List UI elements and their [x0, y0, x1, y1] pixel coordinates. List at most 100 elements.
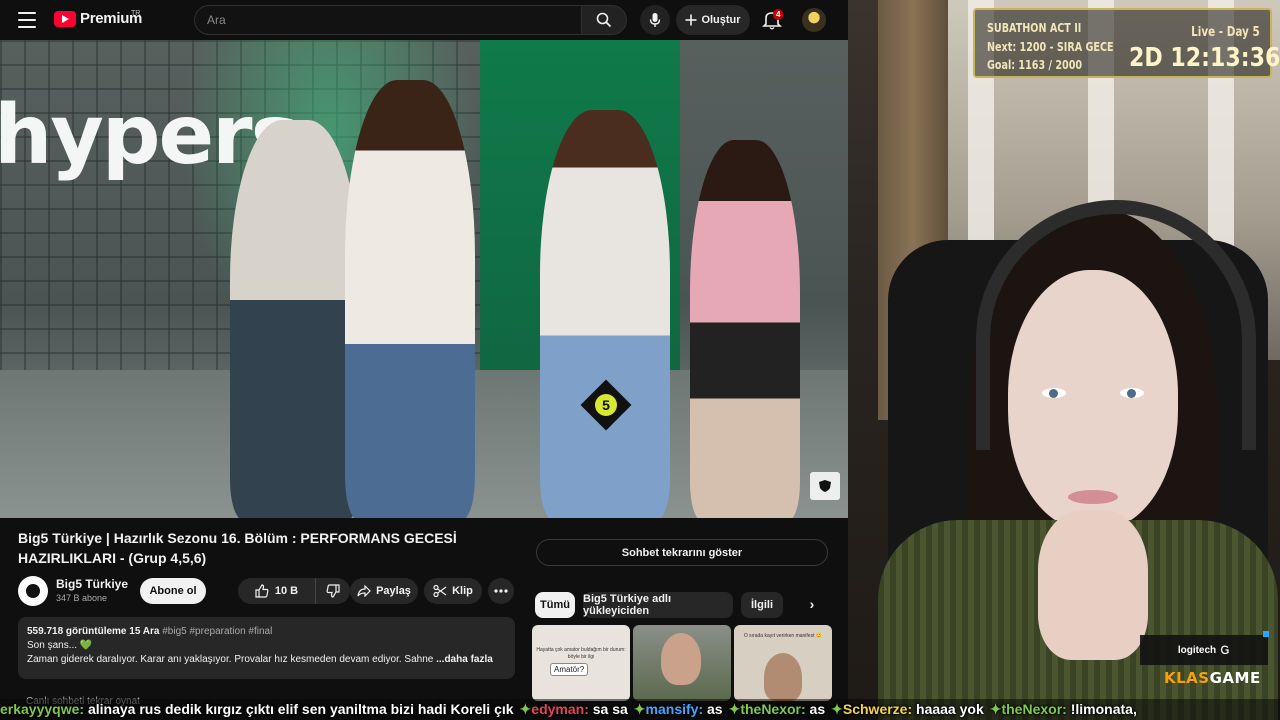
- thumbs-down-icon: [326, 584, 340, 598]
- chevron-right-icon[interactable]: ›: [801, 596, 823, 614]
- chat-username: mansify:: [645, 701, 704, 717]
- streamer-hand: [1038, 510, 1148, 660]
- webcam-feed: [848, 0, 1280, 720]
- hamburger-menu-icon[interactable]: [18, 12, 36, 28]
- thumbnail-tag: Amatör?: [550, 663, 589, 676]
- like-button[interactable]: 10 B: [238, 578, 316, 604]
- top-bar: Premium TR Oluştur 4: [0, 0, 848, 40]
- show-more-link[interactable]: ...daha fazla: [436, 654, 493, 665]
- chat-ticker: erkayyyqwe: alinaya rus dedik kırgız çık…: [0, 699, 1280, 720]
- chip-all[interactable]: Tümü: [535, 592, 575, 618]
- channel-name[interactable]: Big5 Türkiye: [56, 577, 128, 591]
- dislike-button[interactable]: [316, 578, 350, 604]
- subathon-widget: SUBATHON ACT II Live - Day 5 Next: 1200 …: [973, 8, 1280, 78]
- sponsor-accent: [1263, 631, 1269, 637]
- like-dislike-group: 10 B: [238, 578, 350, 604]
- description-meta-line: 559.718 görüntüleme 15 Ara #big5 #prepar…: [27, 625, 506, 639]
- subscribe-button[interactable]: Abone ol: [140, 578, 206, 604]
- chat-message: as: [805, 701, 826, 717]
- chat-message: !limonata,: [1066, 701, 1137, 717]
- share-button[interactable]: Paylaş: [350, 578, 418, 604]
- video-description[interactable]: 559.718 görüntüleme 15 Ara #big5 #prepar…: [18, 617, 515, 679]
- streamer-eye: [1042, 388, 1066, 398]
- search-input[interactable]: [207, 13, 582, 27]
- chip-from-uploader[interactable]: Big5 Türkiye adlı yükleyiciden: [583, 592, 733, 618]
- microphone-icon: [649, 13, 661, 27]
- shield-icon: [819, 480, 831, 492]
- chat-message: sa sa: [588, 701, 628, 717]
- thumbnail-face: [764, 653, 802, 701]
- chat-separator: ✦: [519, 701, 532, 717]
- voice-search-button[interactable]: [640, 5, 670, 35]
- clip-label: Klip: [452, 585, 473, 597]
- youtube-logo[interactable]: Premium: [54, 10, 142, 27]
- chat-separator: ✦: [989, 701, 1002, 717]
- share-icon: [357, 585, 371, 597]
- thumbnail-1[interactable]: Hayatta çok amator buldağım bir durum: b…: [532, 625, 630, 701]
- chat-username: Schwerze:: [842, 701, 913, 717]
- description-text: Zaman giderek daralıyor. Karar anı yakla…: [27, 654, 434, 665]
- description-line-2: Zaman giderek daralıyor. Karar anı yakla…: [27, 653, 506, 667]
- search-button[interactable]: [581, 5, 627, 35]
- chat-message: alinaya rus dedik kırgız çıktı elif sen …: [84, 701, 514, 717]
- search-icon: [596, 12, 612, 28]
- streamer-eye: [1120, 388, 1144, 398]
- clip-button[interactable]: Klip: [424, 578, 482, 604]
- description-line: Son şans... 💚: [27, 640, 93, 651]
- more-horizontal-icon: [494, 589, 508, 593]
- channel-logo: KLASGAME: [1164, 669, 1261, 687]
- contestant-number: 5: [595, 394, 617, 416]
- show-chat-replay-button[interactable]: Sohbet tekrarını göster: [536, 539, 828, 566]
- video-player[interactable]: hypers 5: [0, 40, 848, 518]
- chat-username: theNexor:: [740, 701, 806, 717]
- youtube-play-icon: [54, 10, 76, 27]
- logitech-logo-icon: [1221, 645, 1229, 655]
- youtube-panel: Premium TR Oluştur 4 h: [0, 0, 848, 720]
- chat-separator: ✦: [728, 701, 741, 717]
- channel-avatar[interactable]: [18, 576, 48, 606]
- more-actions-button[interactable]: [488, 578, 514, 604]
- views-and-date: 559.718 görüntüleme 15 Ara: [27, 626, 160, 637]
- streamer-lips: [1068, 490, 1118, 504]
- create-label: Oluştur: [701, 14, 741, 26]
- thumbnail-face: [661, 633, 701, 685]
- hashtags[interactable]: #big5 #preparation #final: [162, 626, 272, 637]
- thumbnail-3[interactable]: O sırada kayıt verirken manifest 😊: [734, 625, 832, 701]
- video-person: [690, 140, 800, 518]
- chat-username: erkayyyqwe:: [0, 701, 85, 717]
- chat-username: edyman:: [531, 701, 589, 717]
- channel-subscriber-count: 347 B abone: [56, 593, 108, 603]
- chat-message: as: [703, 701, 723, 717]
- chat-username: theNexor:: [1001, 701, 1067, 717]
- search-box[interactable]: [194, 5, 582, 35]
- channel-row: Big5 Türkiye 347 B abone Abone ol 10 B P…: [18, 575, 518, 607]
- chat-separator: ✦: [831, 701, 843, 717]
- user-avatar[interactable]: [802, 8, 826, 32]
- subathon-title: SUBATHON ACT II: [987, 21, 1082, 35]
- thumbnail-caption: Hayatta çok amator buldağım bir durum: b…: [536, 647, 626, 660]
- video-title: Big5 Türkiye | Hazırlık Sezonu 16. Bölüm…: [18, 530, 457, 566]
- video-person: [540, 110, 670, 518]
- sponsor-badge: logitech: [1140, 635, 1268, 665]
- country-code: TR: [131, 10, 141, 17]
- channel-logo-part-1: KLAS: [1164, 669, 1210, 687]
- video-person: [230, 120, 360, 518]
- scissors-icon: [433, 584, 447, 598]
- channel-watermark-icon[interactable]: [810, 472, 840, 500]
- share-label: Paylaş: [376, 585, 411, 597]
- sponsor-name: logitech: [1177, 644, 1217, 656]
- like-count: 10 B: [274, 585, 299, 597]
- create-button[interactable]: Oluştur: [676, 5, 750, 35]
- thumbs-up-icon: [255, 584, 269, 598]
- chat-separator: ✦: [633, 701, 646, 717]
- channel-logo-part-2: GAME: [1209, 669, 1261, 687]
- thumbnail-caption: O sırada kayıt verirken manifest 😊: [743, 633, 823, 639]
- streamer-face: [1008, 270, 1178, 530]
- thumbnail-2[interactable]: [633, 625, 731, 701]
- subathon-day: Live - Day 5: [1191, 25, 1260, 40]
- subathon-goal-progress: Goal: 1163 / 2000: [987, 58, 1083, 72]
- chip-related[interactable]: İlgili: [741, 592, 783, 618]
- video-person: [345, 80, 475, 518]
- chat-message: haaaa yok: [912, 701, 984, 717]
- plus-icon: [685, 14, 697, 26]
